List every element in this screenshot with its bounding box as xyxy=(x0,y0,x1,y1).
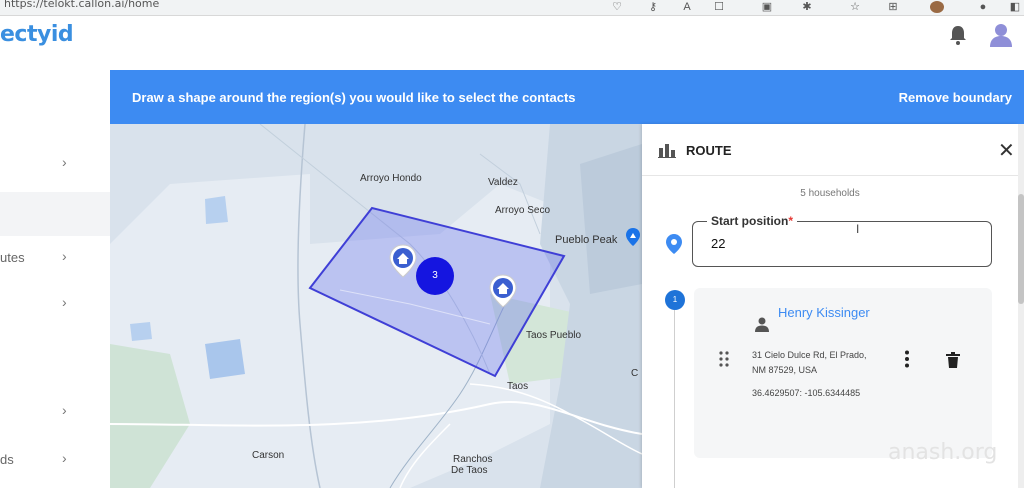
route-title: ROUTE xyxy=(686,143,732,158)
chevron-right-icon: › xyxy=(62,402,67,418)
sidebar-item-6[interactable]: ds › xyxy=(0,440,110,484)
app-header: ectyid xyxy=(0,16,1024,70)
location-pin-icon xyxy=(666,234,682,254)
instruction-text: Draw a shape around the region(s) you wo… xyxy=(132,90,576,105)
app-logo[interactable]: ectyid xyxy=(0,22,74,47)
drag-handle-icon[interactable] xyxy=(718,350,730,368)
place-label: Taos Pueblo xyxy=(526,330,582,341)
place-label: Ranchos xyxy=(453,454,493,465)
browser-toolbar: https://telokt.callon.ai/home ♡ ⚷ A ☐ ▣ … xyxy=(0,0,1024,16)
read-aloud-icon[interactable]: A xyxy=(680,1,694,13)
user-account-icon[interactable] xyxy=(988,22,1014,48)
cluster-marker[interactable]: 3 xyxy=(416,257,454,295)
instruction-bar: Draw a shape around the region(s) you wo… xyxy=(110,70,1024,124)
chevron-right-icon: › xyxy=(62,248,67,264)
key-icon[interactable]: ⚷ xyxy=(646,1,660,13)
more-icon[interactable]: ● xyxy=(976,1,990,13)
favorites-icon[interactable]: ☆ xyxy=(848,1,862,13)
place-label: Pueblo Peak xyxy=(555,234,618,246)
address-bar[interactable]: https://telokt.callon.ai/home xyxy=(4,0,159,10)
chevron-right-icon: › xyxy=(62,294,67,310)
sidebar-item-5[interactable]: › xyxy=(0,392,110,436)
start-position-label: Start position* xyxy=(707,214,798,228)
route-panel-header: ROUTE ✕ xyxy=(642,124,1018,176)
watermark-text: anash.org xyxy=(888,440,998,465)
extension-icon[interactable]: ▣ xyxy=(760,1,774,13)
stop-index-badge: 1 xyxy=(665,290,685,310)
text-cursor-icon: I xyxy=(856,222,860,236)
more-options-icon[interactable] xyxy=(904,350,910,368)
place-label: De Taos xyxy=(451,465,488,476)
puzzle-icon[interactable]: ✱ xyxy=(800,1,814,13)
start-position-input[interactable] xyxy=(711,236,971,251)
place-label: Valdez xyxy=(488,177,518,188)
route-map-icon xyxy=(658,144,676,158)
close-icon[interactable]: ✕ xyxy=(998,138,1015,163)
chevron-right-icon: › xyxy=(62,450,67,466)
route-panel: ROUTE ✕ 5 households Start position* I 1… xyxy=(642,124,1018,488)
contact-name-link[interactable]: Henry Kissinger xyxy=(778,304,898,321)
page-scrollbar[interactable] xyxy=(1018,124,1024,488)
home-marker-icon[interactable] xyxy=(488,274,518,308)
tab-icon[interactable]: ☐ xyxy=(712,1,726,13)
sidebar-item-3[interactable]: utes › xyxy=(0,238,110,282)
chevron-right-icon: › xyxy=(62,154,67,170)
scrollbar-thumb[interactable] xyxy=(1018,194,1024,304)
shield-icon[interactable]: ♡ xyxy=(610,1,624,13)
start-position-field[interactable]: Start position* xyxy=(692,214,992,267)
home-marker-icon[interactable] xyxy=(388,244,418,278)
place-label: Arroyo Seco xyxy=(495,205,551,216)
notification-bell-icon[interactable] xyxy=(948,24,968,46)
remove-boundary-button[interactable]: Remove boundary xyxy=(899,90,1012,105)
delete-icon[interactable] xyxy=(946,352,960,368)
place-label: Carson xyxy=(252,450,285,461)
edge-sidebar-icon[interactable]: ◧ xyxy=(1008,1,1022,13)
person-icon xyxy=(755,317,769,332)
stop-card[interactable]: Henry Kissinger 31 Cielo Dulce Rd, El Pr… xyxy=(694,288,992,458)
profile-avatar-icon[interactable] xyxy=(930,1,944,13)
screen: https://telokt.callon.ai/home ♡ ⚷ A ☐ ▣ … xyxy=(0,0,1024,488)
sidebar-item-4[interactable]: › xyxy=(0,284,110,328)
stop-coordinates: 36.4629507: -105.6344485 xyxy=(752,388,861,398)
stop-address: 31 Cielo Dulce Rd, El Prado, NM 87529, U… xyxy=(752,350,867,375)
map-canvas[interactable]: Arroyo Hondo Valdez Arroyo Seco Pueblo P… xyxy=(110,124,642,488)
timeline-line xyxy=(674,306,675,488)
sidebar-item-label: ds xyxy=(0,452,14,467)
sidebar-item-1[interactable]: › xyxy=(0,144,110,188)
collections-icon[interactable]: ⊞ xyxy=(886,1,900,13)
sidebar: › utes › › › ds › xyxy=(0,70,110,488)
sidebar-item-label: utes xyxy=(0,250,25,265)
place-label: Taos xyxy=(507,381,529,392)
households-count: 5 households xyxy=(800,188,860,199)
place-label: Arroyo Hondo xyxy=(360,173,422,184)
place-label: C xyxy=(631,368,639,379)
sidebar-item-2-active[interactable] xyxy=(0,192,110,236)
peak-marker-icon[interactable] xyxy=(626,228,640,246)
